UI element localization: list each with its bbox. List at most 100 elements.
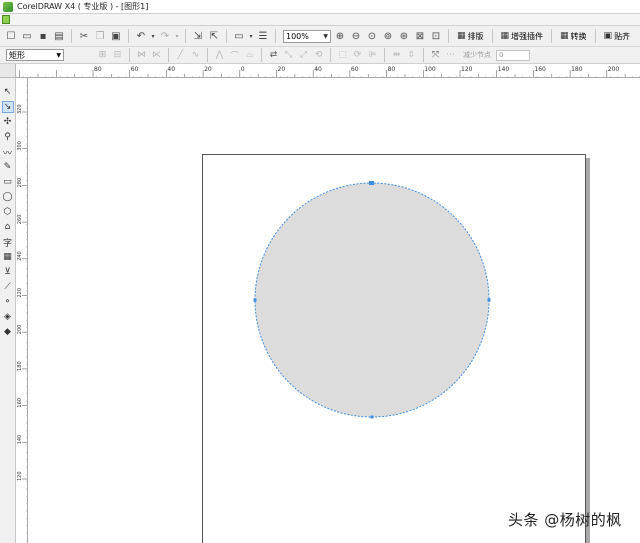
text-tool-icon[interactable]: 字 xyxy=(2,236,14,249)
extract-subpath-icon[interactable]: ⤢ xyxy=(297,49,310,62)
zoom-level-select[interactable]: 100% ▼ xyxy=(283,29,331,43)
ruler-origin[interactable] xyxy=(0,64,16,78)
fill-tool-icon[interactable]: ◈ xyxy=(2,311,14,323)
smart-fill-icon[interactable]: ✎ xyxy=(2,161,14,173)
cusp-node-icon[interactable]: ⋀ xyxy=(213,49,226,62)
close-curve-icon[interactable]: ⟲ xyxy=(312,49,325,62)
ruler-label: 120 xyxy=(461,66,473,73)
save-icon[interactable]: ▪ xyxy=(36,29,50,43)
outline-tool-icon[interactable]: ⚬ xyxy=(2,296,14,308)
zoom-selected-icon[interactable]: ⊙ xyxy=(365,29,379,43)
chevron-down-icon: ▼ xyxy=(56,51,61,59)
right-node-handle[interactable] xyxy=(487,298,491,302)
left-node-handle[interactable] xyxy=(253,298,257,302)
zoom-level-value: 100% xyxy=(286,31,309,41)
ruler-label: 100 xyxy=(424,66,436,73)
ruler-label: 160 xyxy=(17,398,23,408)
ruler-label: 80 xyxy=(94,66,102,73)
node-delete-icon[interactable]: ⊟ xyxy=(111,49,124,62)
elastic-mode-icon[interactable]: ⤧ xyxy=(429,49,442,62)
toolbar-separator xyxy=(551,29,553,43)
smooth-node-icon[interactable]: ⌒ xyxy=(228,49,241,62)
title-bar: CorelDRAW X4 ( 专业版 ) - [图形1] xyxy=(0,0,640,14)
copy-icon[interactable]: ❐ xyxy=(93,29,107,43)
new-document-icon[interactable]: ☐ xyxy=(4,29,18,43)
reduce-nodes-label: 减少节点 xyxy=(463,51,491,59)
undo-icon[interactable]: ↶ xyxy=(134,29,148,43)
toolbox: ↖ ↘ ✣ ⚲ 〰 ✎ ▭ ◯ ⬡ ⌂ 字 ▦ ⊻ ⟋ ⚬ ◈ ◆ xyxy=(0,78,16,543)
selection-mode-select[interactable]: 矩形 ▼ xyxy=(6,49,64,61)
print-icon[interactable]: ▤ xyxy=(52,29,66,43)
polygon-tool-icon[interactable]: ⬡ xyxy=(2,206,14,218)
stretch-nodes-icon[interactable]: ⬚ xyxy=(336,49,349,62)
rotate-nodes-icon[interactable]: ⟳ xyxy=(351,49,364,62)
layout-icon: ▦ xyxy=(457,31,466,41)
to-curve-icon[interactable]: ∿ xyxy=(189,49,202,62)
table-tool-icon[interactable]: ▦ xyxy=(2,251,14,263)
pick-tool-icon[interactable]: ↖ xyxy=(2,86,14,98)
toolbar-separator xyxy=(128,29,129,43)
plugin-enhance-button[interactable]: ▦ 增强插件 xyxy=(498,31,547,42)
zoom-out-icon[interactable]: ⊖ xyxy=(349,29,363,43)
rectangle-tool-icon[interactable]: ▭ xyxy=(2,176,14,188)
ruler-label: 200 xyxy=(608,66,620,73)
drawing-canvas[interactable] xyxy=(28,78,640,543)
launcher-dropdown-icon[interactable]: ▾ xyxy=(248,29,254,43)
extend-curve-icon[interactable]: ⤡ xyxy=(282,49,295,62)
crop-tool-icon[interactable]: ✣ xyxy=(2,116,14,128)
break-curve-icon[interactable]: ⋉ xyxy=(150,49,163,62)
zoom-in-icon[interactable]: ⊕ xyxy=(333,29,347,43)
redo-dropdown-icon[interactable]: ▾ xyxy=(174,29,180,43)
horizontal-ruler-scale: 80604020020406080100120140160180200220 xyxy=(16,66,640,77)
toolbar-separator xyxy=(261,48,262,62)
node-add-icon[interactable]: ⊞ xyxy=(96,49,109,62)
dimension-tool-icon[interactable]: ⊻ xyxy=(2,266,14,278)
top-node-handle[interactable] xyxy=(369,181,374,185)
basic-shapes-icon[interactable]: ⌂ xyxy=(2,221,14,233)
application-launcher-icon[interactable]: ▭ xyxy=(232,29,246,43)
to-line-icon[interactable]: ╱ xyxy=(174,49,187,62)
zoom-page-icon[interactable]: ⊛ xyxy=(397,29,411,43)
join-nodes-icon[interactable]: ⋈ xyxy=(135,49,148,62)
reduce-nodes-input[interactable]: 0 xyxy=(496,49,530,61)
import-icon[interactable]: ⇲ xyxy=(191,29,205,43)
shape-tool-icon[interactable]: ↘ xyxy=(1,101,14,113)
open-icon[interactable]: ▭ xyxy=(20,29,34,43)
zoom-height-icon[interactable]: ⊡ xyxy=(429,29,443,43)
select-all-nodes-icon[interactable]: ⋯ xyxy=(444,49,457,62)
standard-toolbar: ☐ ▭ ▪ ▤ ✂ ❐ ▣ ↶ ▾ ↷ ▾ ⇲ ⇱ ▭ ▾ ☰ 100% ▼ ⊕… xyxy=(0,26,640,47)
zoom-tool-icon[interactable]: ⚲ xyxy=(2,131,14,143)
reverse-direction-icon[interactable]: ⇄ xyxy=(267,49,280,62)
ruler-label: 300 xyxy=(17,141,23,151)
watermark-text: 头条 @杨树的枫 xyxy=(508,511,622,529)
align-nodes-icon[interactable]: ⊫ xyxy=(366,49,379,62)
document-icon[interactable] xyxy=(2,15,10,24)
plugin-convert-button[interactable]: ▦ 转换 xyxy=(557,31,590,42)
export-icon[interactable]: ⇱ xyxy=(207,29,221,43)
reflect-vertical-icon[interactable]: ⇳ xyxy=(405,49,418,62)
symmetric-node-icon[interactable]: ⌓ xyxy=(243,49,256,62)
vertical-ruler[interactable]: 320 300 280 260 240 220 200 180 160 140 120 xyxy=(16,78,28,543)
cut-icon[interactable]: ✂ xyxy=(77,29,91,43)
reflect-horizontal-icon[interactable]: ⇹ xyxy=(390,49,403,62)
undo-dropdown-icon[interactable]: ▾ xyxy=(150,29,156,43)
ellipse-tool-icon[interactable]: ◯ xyxy=(2,191,14,203)
ellipse-shape[interactable] xyxy=(254,182,490,418)
plugin-snap-button[interactable]: ▣ 贴齐 xyxy=(601,31,634,42)
selection-mode-value: 矩形 xyxy=(9,50,25,60)
ruler-label: 320 xyxy=(17,104,23,114)
plugin-layout-button[interactable]: ▦ 排版 xyxy=(454,31,487,42)
bottom-node-handle[interactable] xyxy=(370,415,374,419)
zoom-all-objects-icon[interactable]: ⊚ xyxy=(381,29,395,43)
eyedropper-tool-icon[interactable]: ⟋ xyxy=(2,281,14,293)
freehand-tool-icon[interactable]: 〰 xyxy=(2,146,14,159)
paste-icon[interactable]: ▣ xyxy=(109,29,123,43)
toolbar-separator xyxy=(207,48,208,62)
redo-icon[interactable]: ↷ xyxy=(158,29,172,43)
welcome-screen-icon[interactable]: ☰ xyxy=(256,29,270,43)
toolbar-separator xyxy=(275,29,276,43)
zoom-width-icon[interactable]: ⊠ xyxy=(413,29,427,43)
horizontal-ruler[interactable]: 80604020020406080100120140160180200220 xyxy=(16,64,640,78)
interactive-fill-icon[interactable]: ◆ xyxy=(2,326,14,338)
ruler-label: 60 xyxy=(131,66,139,73)
